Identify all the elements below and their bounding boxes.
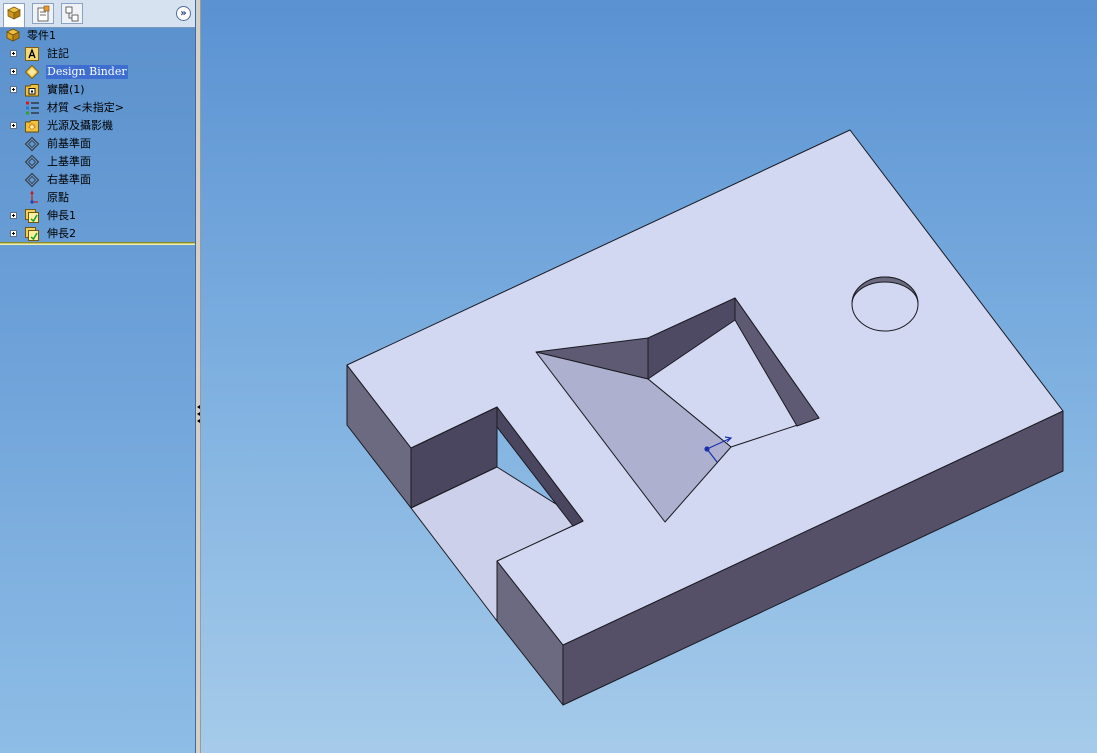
plane-icon (24, 136, 40, 152)
expand-toggle[interactable] (10, 68, 17, 75)
graphics-area[interactable] (201, 0, 1097, 753)
solid-bodies-icon (25, 84, 39, 97)
expand-toggle[interactable] (10, 230, 17, 237)
feature-manager-panel: » 零件1 註記 Design Binder 實體(1) 材質 <未指定> 光源… (0, 0, 196, 753)
tree-root-label: 零件1 (27, 29, 56, 42)
tree-item-label: 右基準面 (47, 173, 91, 186)
featuremanager-tab-icon (7, 6, 21, 20)
tree-item-annotations[interactable]: 註記 (0, 45, 195, 63)
panel-tab-bar: » (0, 0, 195, 28)
expand-toggle[interactable] (10, 50, 17, 57)
tree-item-label: 材質 <未指定> (47, 101, 124, 114)
tree-item-label: 光源及攝影機 (47, 119, 113, 132)
expand-toggle[interactable] (10, 122, 17, 129)
tree-item-label: 原點 (47, 191, 69, 204)
extrude-icon (25, 209, 39, 223)
tree-item-extrude1[interactable]: 伸長1 (0, 207, 195, 225)
expand-panel-button[interactable]: » (176, 6, 191, 21)
tree-item-label: 伸長2 (47, 227, 76, 240)
plane-icon (24, 172, 40, 188)
tree-item-label: 實體(1) (47, 83, 85, 96)
tree-root-part[interactable]: 零件1 (0, 27, 195, 45)
lights-cameras-icon (25, 120, 39, 133)
design-binder-icon (24, 64, 40, 80)
tree-item-lights-cameras[interactable]: 光源及攝影機 (0, 117, 195, 135)
tree-item-front-plane[interactable]: 前基準面 (0, 135, 195, 153)
rollback-bar[interactable] (0, 242, 195, 245)
material-icon (26, 101, 39, 115)
tree-item-material[interactable]: 材質 <未指定> (0, 99, 195, 117)
propertymanager-tab-icon (37, 5, 50, 22)
tree-item-top-plane[interactable]: 上基準面 (0, 153, 195, 171)
tree-item-label: 註記 (47, 47, 69, 60)
configurationmanager-tab[interactable] (61, 3, 83, 24)
origin-icon (30, 190, 38, 204)
tree-item-extrude2[interactable]: 伸長2 (0, 225, 195, 243)
splitter-grip-icon (197, 405, 200, 423)
featuremanager-tab[interactable] (3, 3, 25, 27)
tree-item-label: 上基準面 (47, 155, 91, 168)
tree-item-solid-bodies[interactable]: 實體(1) (0, 81, 195, 99)
part-model[interactable] (201, 0, 1097, 753)
configurationmanager-tab-icon (65, 6, 79, 22)
propertymanager-tab[interactable] (32, 3, 54, 24)
tree-item-label: Design Binder (46, 65, 128, 79)
tree-item-design-binder[interactable]: Design Binder (0, 63, 195, 81)
tree-item-label: 伸長1 (47, 209, 76, 222)
expand-toggle[interactable] (10, 86, 17, 93)
plane-icon (24, 154, 40, 170)
part-icon (6, 28, 20, 42)
tree-item-origin[interactable]: 原點 (0, 189, 195, 207)
expand-toggle[interactable] (10, 212, 17, 219)
extrude-icon (25, 227, 39, 241)
tree-item-label: 前基準面 (47, 137, 91, 150)
annotations-icon (25, 47, 39, 61)
tree-item-right-plane[interactable]: 右基準面 (0, 171, 195, 189)
